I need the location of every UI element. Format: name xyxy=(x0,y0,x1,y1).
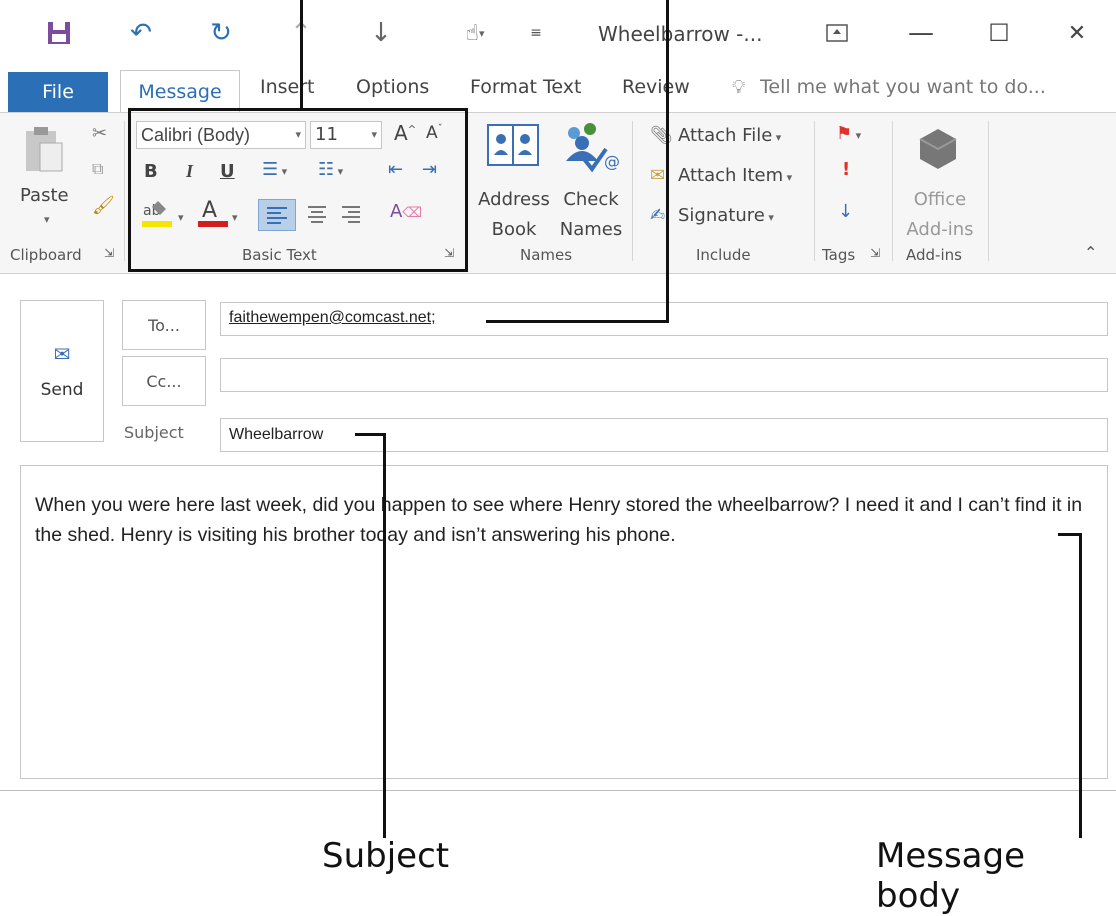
tags-launcher-icon[interactable]: ⇲ xyxy=(870,246,880,260)
subject-callout: Subject xyxy=(322,836,450,876)
window-title: Wheelbarrow -... xyxy=(598,22,763,46)
divider xyxy=(814,121,815,261)
copy-icon[interactable]: ⧉ xyxy=(92,159,103,179)
names-group-label: Names xyxy=(520,246,573,264)
tell-me-search[interactable]: Tell me what you want to do... xyxy=(760,76,1046,98)
send-icon: ✉︎ xyxy=(53,342,71,366)
tab-review[interactable]: Review xyxy=(622,76,690,98)
divider xyxy=(632,121,633,261)
callout-line-subject-horizontal xyxy=(355,433,385,436)
to-button[interactable]: To... xyxy=(122,300,206,350)
low-importance-icon[interactable]: ↓ xyxy=(838,201,853,222)
send-button[interactable]: ✉︎ Send xyxy=(20,300,104,442)
customize-toolbar-icon[interactable]: ≡ xyxy=(526,18,546,48)
to-field[interactable]: faithewempen@comcast.net; xyxy=(220,302,1108,336)
format-painter-icon[interactable]: 🖌︎ xyxy=(92,195,115,216)
attach-item-button[interactable]: Attach Item ▾ xyxy=(678,165,792,186)
tab-format-text[interactable]: Format Text xyxy=(470,76,581,98)
title-bar: ↶ ↻ ↑ ↓ ☝ ▾ ≡ Wheelbarrow -... — ☐ ✕ xyxy=(0,0,1116,64)
addins-group-label: Add-ins xyxy=(906,246,962,264)
attach-file-icon: 📎︎ xyxy=(650,125,673,146)
paste-button[interactable]: Paste xyxy=(20,185,69,206)
to-recipient[interactable]: faithewempen@comcast.net; xyxy=(229,309,436,327)
address-book-icon[interactable] xyxy=(486,121,540,175)
message-body-field[interactable]: When you were here last week, did you ha… xyxy=(20,465,1108,779)
attach-item-icon: ✉︎ xyxy=(650,165,666,186)
address-book-button[interactable]: Address Book xyxy=(476,185,552,245)
high-importance-icon[interactable]: ! xyxy=(842,159,850,180)
paste-icon[interactable] xyxy=(22,125,66,185)
message-body-text: When you were here last week, did you ha… xyxy=(35,494,1083,546)
check-names-button[interactable]: Check Names xyxy=(558,185,624,245)
cc-button[interactable]: Cc... xyxy=(122,356,206,406)
tab-insert[interactable]: Insert xyxy=(260,76,315,98)
callout-line-to-horizontal xyxy=(486,320,669,323)
callout-line-basic-text xyxy=(300,0,303,108)
attach-file-button[interactable]: Attach File ▾ xyxy=(678,125,781,146)
signature-button[interactable]: Signature ▾ xyxy=(678,205,774,226)
redo-icon[interactable]: ↻ xyxy=(204,18,238,48)
message-body-callout: Message body xyxy=(876,836,1026,916)
clipboard-launcher-icon[interactable]: ⇲ xyxy=(104,246,114,260)
follow-up-flag-icon[interactable]: ⚑ ▾ xyxy=(836,123,861,144)
window-bottom-border xyxy=(0,790,1116,791)
basic-text-highlight-box xyxy=(128,108,468,272)
clipboard-group-label: Clipboard xyxy=(10,246,82,264)
save-icon[interactable] xyxy=(42,18,76,48)
callout-line-subject-vertical xyxy=(383,433,386,838)
tags-group-label: Tags xyxy=(822,246,856,264)
subject-field[interactable]: Wheelbarrow xyxy=(220,418,1108,452)
subject-label: Subject xyxy=(124,423,184,442)
callout-line-to-vertical xyxy=(666,0,669,322)
lightbulb-icon: 💡︎ xyxy=(732,76,746,98)
close-icon[interactable]: ✕ xyxy=(1060,18,1094,48)
next-item-icon[interactable]: ↓ xyxy=(364,18,398,48)
divider xyxy=(892,121,893,261)
touch-mode-icon[interactable]: ☝ ▾ xyxy=(450,18,500,48)
collapse-ribbon-icon[interactable]: ⌃ xyxy=(1084,243,1097,262)
cut-icon[interactable]: ✂ xyxy=(92,123,107,144)
cc-field[interactable] xyxy=(220,358,1108,392)
office-addins-button[interactable]: Office Add-ins xyxy=(898,185,982,245)
signature-icon: ✍︎ xyxy=(650,205,666,226)
svg-text:@: @ xyxy=(604,152,620,171)
subject-value: Wheelbarrow xyxy=(229,426,324,443)
tab-options[interactable]: Options xyxy=(356,76,429,98)
send-label: Send xyxy=(40,380,84,400)
check-names-icon[interactable]: @ xyxy=(560,121,620,181)
tab-row: Insert Options Format Text Review 💡︎ Tel… xyxy=(0,70,1116,110)
divider xyxy=(124,121,125,261)
undo-icon[interactable]: ↶ xyxy=(124,18,158,48)
callout-line-body-vertical xyxy=(1079,533,1082,838)
divider xyxy=(988,121,989,261)
paste-dropdown-icon[interactable]: ▾ xyxy=(44,213,50,226)
maximize-icon[interactable]: ☐ xyxy=(982,18,1016,48)
office-addins-icon[interactable] xyxy=(912,123,964,179)
minimize-icon[interactable]: — xyxy=(904,18,938,48)
include-group-label: Include xyxy=(696,246,751,264)
ribbon-display-icon[interactable] xyxy=(820,18,854,48)
